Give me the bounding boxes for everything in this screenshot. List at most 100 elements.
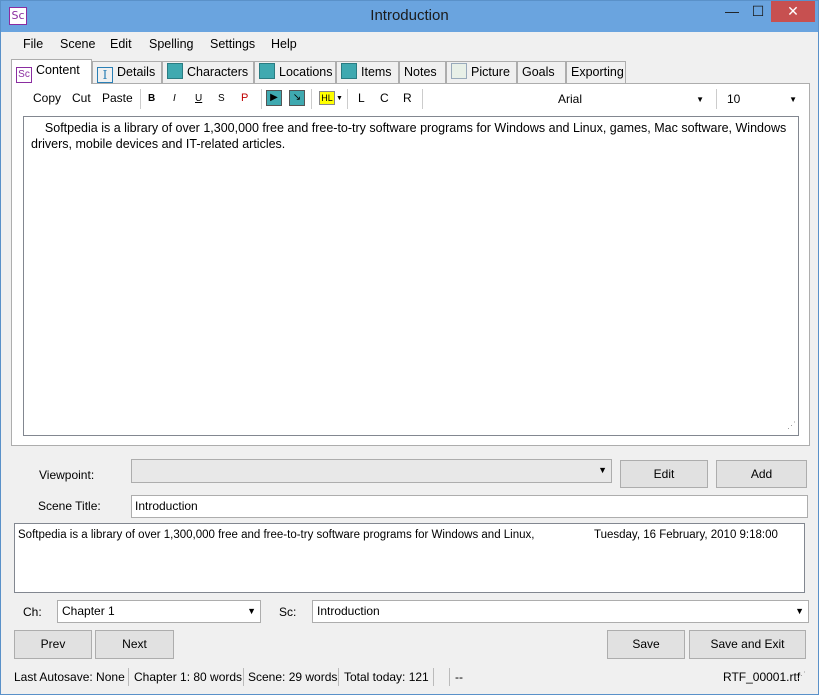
status-bar: Last Autosave: None Chapter 1: 80 words …: [11, 666, 808, 688]
toolbar-separator: [347, 89, 348, 109]
status-separator: [243, 668, 244, 686]
resize-grip-icon[interactable]: ⋰: [797, 670, 806, 681]
underline-button[interactable]: U: [195, 93, 202, 104]
menu-spelling[interactable]: Spelling: [149, 37, 193, 51]
tab-details[interactable]: I Details: [92, 61, 162, 83]
strikethrough-button[interactable]: S: [218, 93, 225, 104]
picture-icon: [451, 63, 467, 79]
tab-exporting-label: Exporting: [571, 65, 624, 79]
scene-title-input[interactable]: Introduction: [131, 495, 808, 518]
tab-details-label: Details: [117, 65, 156, 79]
summary-text: Softpedia is a library of over 1,300,000…: [18, 529, 535, 541]
chevron-down-icon: ▼: [789, 95, 797, 104]
viewpoint-label: Viewpoint:: [39, 468, 95, 482]
status-chapter-words: Chapter 1: 80 words: [134, 670, 243, 684]
highlight-button[interactable]: HL: [319, 91, 335, 105]
status-separator: [449, 668, 450, 686]
status-separator: [128, 668, 129, 686]
tool-icon[interactable]: ↘: [289, 90, 305, 106]
tab-characters-label: Characters: [187, 65, 249, 79]
scene-summary-box[interactable]: Softpedia is a library of over 1,300,000…: [14, 523, 805, 593]
next-button[interactable]: Next: [95, 630, 174, 659]
chapter-value: Chapter 1: [62, 604, 115, 618]
toolbar-separator: [140, 89, 141, 109]
details-icon: I: [97, 67, 113, 83]
viewpoint-edit-button[interactable]: Edit: [620, 460, 708, 488]
toolbar-separator: [311, 89, 312, 109]
toolbar-separator: [261, 89, 262, 109]
menu-scene[interactable]: Scene: [60, 37, 95, 51]
tab-exporting[interactable]: Exporting: [566, 61, 626, 83]
tab-goals[interactable]: Goals: [517, 61, 566, 83]
viewpoint-add-button[interactable]: Add: [716, 460, 807, 488]
items-icon: [341, 63, 357, 79]
tab-locations[interactable]: Locations: [254, 61, 336, 83]
font-select[interactable]: Arial ▼: [556, 90, 708, 111]
tab-picture-label: Picture: [471, 65, 510, 79]
scene-select[interactable]: Introduction ▼: [312, 600, 809, 623]
characters-icon: [167, 63, 183, 79]
tab-locations-label: Locations: [279, 65, 333, 79]
editor-text: Softpedia is a library of over 1,300,000…: [31, 121, 790, 151]
status-total-today: Total today: 121: [344, 670, 429, 684]
font-size-value: 10: [727, 92, 741, 106]
maximize-button[interactable]: ☐: [745, 1, 771, 22]
align-right-button[interactable]: R: [403, 91, 412, 105]
tab-notes-label: Notes: [404, 65, 437, 79]
content-panel: Copy Cut Paste B I U S P ▶ ↘ HL ▼ L C R …: [11, 83, 810, 446]
tab-characters[interactable]: Characters: [162, 61, 254, 83]
menu-bar: File Scene Edit Spelling Settings Help: [1, 32, 818, 56]
summary-date: Tuesday, 16 February, 2010 9:18:00: [594, 529, 778, 541]
viewpoint-select[interactable]: ▼: [131, 459, 612, 483]
copy-button[interactable]: Copy: [33, 91, 61, 105]
cut-button[interactable]: Cut: [72, 91, 91, 105]
chapter-label: Ch:: [23, 605, 42, 619]
save-and-exit-button[interactable]: Save and Exit: [689, 630, 806, 659]
chevron-down-icon: ▼: [598, 465, 607, 475]
tab-items-label: Items: [361, 65, 392, 79]
title-bar[interactable]: Sc Introduction — ☐ ✕: [1, 1, 818, 32]
bold-button[interactable]: B: [148, 93, 155, 104]
status-autosave: Last Autosave: None: [14, 670, 125, 684]
menu-settings[interactable]: Settings: [210, 37, 255, 51]
close-button[interactable]: ✕: [771, 1, 815, 22]
locations-icon: [259, 63, 275, 79]
window-title: Introduction: [370, 7, 449, 24]
tab-picture[interactable]: Picture: [446, 61, 517, 83]
menu-help[interactable]: Help: [271, 37, 297, 51]
resize-grip-icon[interactable]: ⋰: [787, 417, 796, 433]
italic-button[interactable]: I: [173, 93, 176, 104]
p-button[interactable]: P: [241, 92, 248, 104]
status-separator: [338, 668, 339, 686]
tab-content[interactable]: Sc Content: [11, 59, 92, 84]
play-icon[interactable]: ▶: [266, 90, 282, 106]
app-window: Sc Introduction — ☐ ✕ File Scene Edit Sp…: [0, 0, 819, 695]
scene-title-value: Introduction: [135, 499, 198, 513]
font-select-value: Arial: [558, 92, 583, 106]
tab-notes[interactable]: Notes: [399, 61, 446, 83]
status-file: RTF_00001.rtf: [723, 670, 801, 684]
align-left-button[interactable]: L: [358, 91, 365, 105]
prev-button[interactable]: Prev: [14, 630, 92, 659]
tab-content-label: Content: [36, 63, 80, 77]
scene-content-icon: Sc: [16, 67, 32, 83]
tab-items[interactable]: Items: [336, 61, 399, 83]
scene-title-label: Scene Title:: [38, 499, 101, 513]
scene-select-value: Introduction: [317, 604, 380, 618]
chevron-down-icon: ▼: [795, 606, 804, 616]
minimize-button[interactable]: —: [719, 1, 745, 22]
tab-strip: Sc Content I Details Characters Locations …: [11, 59, 811, 84]
scene-text-editor[interactable]: Softpedia is a library of over 1,300,000…: [23, 116, 799, 436]
paste-button[interactable]: Paste: [102, 91, 133, 105]
status-separator: [433, 668, 434, 686]
save-button[interactable]: Save: [607, 630, 685, 659]
menu-edit[interactable]: Edit: [110, 37, 132, 51]
chevron-down-icon: ▼: [696, 95, 704, 104]
status-dashes: --: [455, 670, 463, 684]
highlight-dropdown-icon[interactable]: ▼: [336, 95, 343, 102]
align-center-button[interactable]: C: [380, 91, 389, 105]
chapter-select[interactable]: Chapter 1 ▼: [57, 600, 261, 623]
status-scene-words: Scene: 29 words: [248, 670, 338, 684]
font-size-select[interactable]: 10 ▼: [725, 90, 801, 111]
menu-file[interactable]: File: [23, 37, 43, 51]
